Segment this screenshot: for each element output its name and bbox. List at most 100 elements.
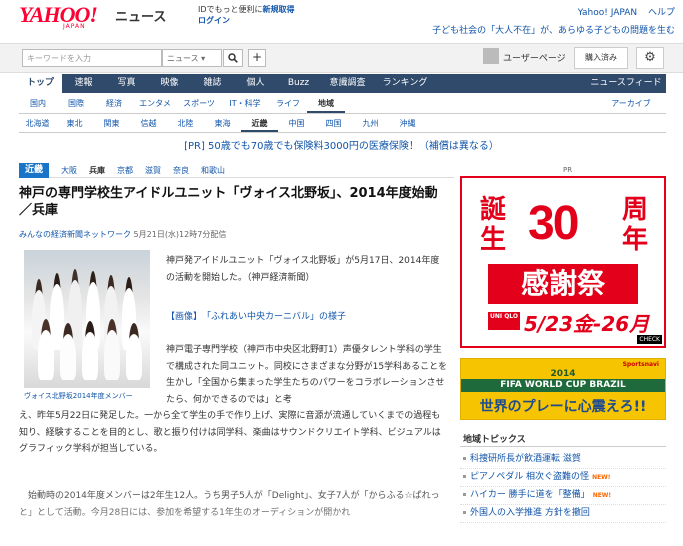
id-info: IDでもっと便利に新規取得 ログイン: [198, 4, 295, 26]
logo-sub: JAPAN: [63, 23, 86, 30]
topic-text: 外国人の入学推進 方針を撤回: [470, 508, 590, 518]
prefecture-hyogo[interactable]: 兵庫: [89, 165, 105, 176]
new-badge: NEW!: [592, 492, 612, 499]
category-domestic[interactable]: 国内: [19, 94, 57, 113]
service-title[interactable]: ニュース: [115, 6, 166, 25]
fifa-event: FIFA WORLD CUP BRAZIL: [461, 379, 665, 392]
photo-caption[interactable]: ヴォイス北野坂2014年度メンバー: [24, 391, 133, 401]
yahoo-japan-link[interactable]: Yahoo! JAPAN: [578, 8, 637, 18]
search-scope-label: ニュース: [167, 54, 199, 63]
tab-photo[interactable]: 写真: [105, 74, 148, 93]
top-right-links: Yahoo! JAPAN ヘルプ: [570, 5, 675, 18]
chevron-down-icon: ▾: [201, 54, 206, 63]
tab-magazine[interactable]: 雑誌: [191, 74, 234, 93]
archive-link[interactable]: アーカイブ: [596, 94, 666, 113]
region-kanto[interactable]: 関東: [93, 115, 130, 132]
prefecture-kyoto[interactable]: 京都: [117, 165, 133, 176]
topic-text: ハイカー 勝手に道を「整備」: [470, 490, 590, 500]
register-link[interactable]: 新規取得: [263, 5, 295, 14]
purchased-button[interactable]: 購入済み: [574, 47, 628, 69]
uq-check-label: CHECK: [637, 335, 662, 344]
image-link[interactable]: 【画像】 「ふれあい中央カーニバル」の様子: [166, 309, 346, 322]
article-source: みんなの経済新聞ネットワーク 5月21日(水)12時7分配信: [19, 229, 226, 240]
list-item[interactable]: ピアノペダル 相次ぐ盗難の怪 NEW!: [460, 469, 666, 487]
prefecture-wakayama[interactable]: 和歌山: [201, 165, 225, 176]
region-kinki[interactable]: 近畿: [241, 115, 278, 132]
help-link[interactable]: ヘルプ: [648, 8, 675, 18]
fifa-year: 2014: [550, 369, 576, 379]
new-badge: NEW!: [592, 474, 611, 481]
tab-ranking[interactable]: ランキング: [375, 74, 435, 93]
category-international[interactable]: 国際: [57, 94, 95, 113]
tab-video[interactable]: 映像: [148, 74, 191, 93]
search-input[interactable]: キーワードを入力: [22, 49, 162, 67]
sportsnavi-logo: Sportsnavi: [622, 361, 659, 368]
source-link[interactable]: みんなの経済新聞ネットワーク: [19, 230, 131, 239]
add-button[interactable]: +: [248, 49, 266, 67]
region-chugoku[interactable]: 中国: [278, 115, 315, 132]
region-tohoku[interactable]: 東北: [56, 115, 93, 132]
tab-top[interactable]: トップ: [19, 74, 62, 93]
category-region[interactable]: 地域: [307, 94, 345, 113]
header-topic-link[interactable]: 子ども社会の「大人不在」が、あらゆる子どもの問題を生む: [432, 23, 675, 36]
article-title: 神戸の専門学校生アイドルユニット「ヴォイス北野坂」、2014年度始動 ／兵庫: [19, 186, 451, 218]
region-shikoku[interactable]: 四国: [315, 115, 352, 132]
prefecture-shiga[interactable]: 滋賀: [145, 165, 161, 176]
uniqlo-logo: UNI QLO: [488, 312, 520, 330]
article-paragraph-3: え、昨年5月22日に発足した。一から全て学生の手で作り上げ、実際に音源が流通して…: [19, 411, 441, 454]
tab-breaking[interactable]: 速報: [62, 74, 105, 93]
article-date: 5月21日(水)12時7分配信: [133, 230, 227, 239]
list-item[interactable]: 科捜研所長が飲酒運転 滋賀: [460, 451, 666, 469]
tab-survey[interactable]: 意識調査: [320, 74, 375, 93]
id-text: IDでもっと便利に: [198, 5, 263, 14]
uq-left-bottom: 生: [480, 225, 507, 255]
region-nav: 北海道 東北 関東 信越 北陸 東海 近畿 中国 四国 九州 沖縄: [19, 115, 666, 133]
article-photo[interactable]: [24, 250, 150, 388]
uq-right-top: 周: [622, 195, 649, 225]
prefecture-osaka[interactable]: 大阪: [61, 165, 77, 176]
article-paragraph-1: 神戸発アイドルユニット「ヴォイス北野坂」が5月17日、2014年度の活動を開始し…: [166, 256, 440, 283]
region-hokkaido[interactable]: 北海道: [19, 115, 56, 132]
category-life[interactable]: ライフ: [269, 94, 307, 113]
user-page-link[interactable]: ユーザーページ: [503, 51, 566, 64]
uq-number: 30: [528, 197, 579, 250]
topic-text: 科捜研所長が飲酒運転 滋賀: [470, 454, 581, 464]
region-okinawa[interactable]: 沖縄: [389, 115, 426, 132]
category-entertainment[interactable]: エンタメ: [133, 94, 177, 113]
local-topics-list: 科捜研所長が飲酒運転 滋賀 ピアノペダル 相次ぐ盗難の怪 NEW! ハイカー 勝手…: [460, 451, 666, 523]
fifa-message: 世界のプレーに心震えろ!!: [479, 399, 647, 415]
topic-text: ピアノペダル 相次ぐ盗難の怪: [470, 472, 590, 482]
prefecture-nara[interactable]: 奈良: [173, 165, 189, 176]
category-it-science[interactable]: IT・科学: [221, 94, 269, 113]
topics-divider: [460, 446, 666, 447]
avatar[interactable]: [483, 48, 499, 64]
login-link[interactable]: ログイン: [198, 16, 230, 25]
list-item[interactable]: 外国人の入学推進 方針を撤回: [460, 505, 666, 523]
search-scope-select[interactable]: ニュース ▾: [162, 49, 222, 67]
region-hokuriku[interactable]: 北陸: [167, 115, 204, 132]
uniqlo-ad-banner[interactable]: 誕 生 30 周 年 感謝祭 UNI QLO 5/23金-26月 CHECK: [460, 176, 666, 348]
tab-newsfeed[interactable]: ニュースフィード: [586, 74, 666, 93]
article-paragraph-2: 神戸電子専門学校（神戸市中央区北野町1）声優タレント学科の学生で構成された同ユニ…: [166, 345, 448, 405]
search-button[interactable]: [223, 49, 243, 67]
uq-banner-text: 感謝祭: [488, 264, 638, 304]
pr-label: PR: [563, 166, 573, 174]
uq-left-top: 誕: [480, 195, 507, 225]
yahoo-logo[interactable]: YAHOO! JAPAN: [19, 2, 114, 32]
tab-personal[interactable]: 個人: [234, 74, 277, 93]
category-sports[interactable]: スポーツ: [177, 94, 221, 113]
tab-buzz[interactable]: Buzz: [277, 74, 320, 93]
gear-icon[interactable]: ⚙: [636, 47, 664, 69]
main-nav: トップ 速報 写真 映像 雑誌 個人 Buzz 意識調査 ランキング ニュースフ…: [19, 74, 666, 93]
region-tokai[interactable]: 東海: [204, 115, 241, 132]
prefecture-current[interactable]: 近畿: [19, 162, 50, 178]
pr-text-ad[interactable]: [PR] 50歳でも70歳でも保険料3000円の医療保険！（補償は異なる）: [0, 137, 683, 152]
prefecture-tabs: 近畿 大阪 兵庫 京都 滋賀 奈良 和歌山: [19, 162, 454, 178]
search-icon: [228, 53, 238, 63]
category-economy[interactable]: 経済: [95, 94, 133, 113]
region-shinetsu[interactable]: 信越: [130, 115, 167, 132]
fifa-ad-banner[interactable]: Sportsnavi 2014 FIFA WORLD CUP BRAZIL 世界…: [460, 358, 666, 420]
region-kyushu[interactable]: 九州: [352, 115, 389, 132]
list-item[interactable]: ハイカー 勝手に道を「整備」 NEW!: [460, 487, 666, 505]
uq-right-bottom: 年: [622, 225, 649, 255]
